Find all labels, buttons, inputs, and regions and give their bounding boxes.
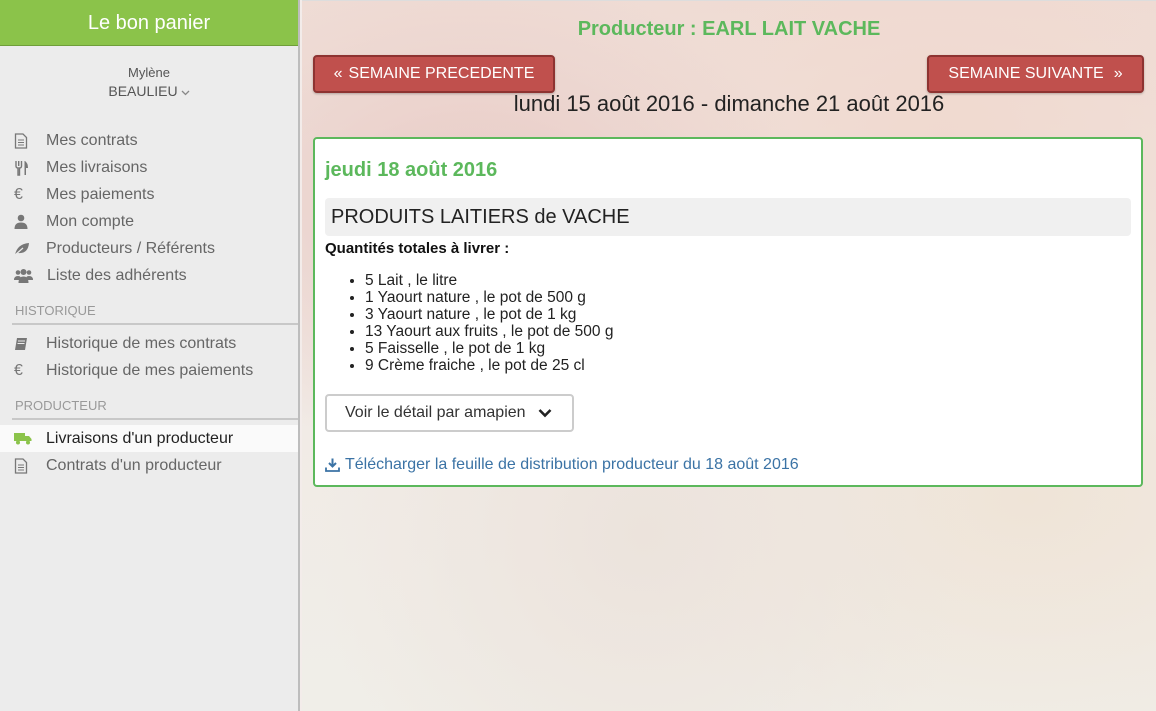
sidebar-item-label: Mes paiements (46, 185, 155, 203)
product-heading: PRODUITS LAITIERS de VACHE (325, 198, 1131, 236)
quantities-title: Quantités totales à livrer : (325, 240, 510, 257)
cutlery-icon (14, 160, 46, 176)
download-distribution-link[interactable]: Télécharger la feuille de distribution p… (325, 456, 1131, 474)
sidebar-item-producteurs-referents[interactable]: Producteurs / Référents (0, 235, 298, 262)
next-week-label: SEMAINE SUIVANTE (948, 65, 1104, 82)
sidebar-item-label: Historique de mes paiements (46, 361, 254, 379)
user-last-name: BEAULIEU (108, 83, 178, 99)
sidebar-item-label: Livraisons d'un producteur (46, 429, 234, 447)
book-icon (14, 337, 46, 351)
list-item: 1 Yaourt nature , le pot de 500 g (365, 289, 1131, 306)
sidebar-item-label: Producteurs / Référents (46, 239, 215, 257)
week-navigation: « SEMAINE PRECEDENTE SEMAINE SUIVANTE » (302, 55, 1156, 93)
sidebar-item-label: Mes livraisons (46, 158, 148, 176)
sidebar-item-label: Historique de mes contrats (46, 334, 237, 352)
sidebar-item-label: Liste des adhérents (47, 266, 187, 284)
sidebar: Le bon panier Mylène BEAULIEU Mes contra… (0, 0, 300, 711)
list-item: 13 Yaourt aux fruits , le pot de 500 g (365, 323, 1131, 340)
sidebar-item-liste-adherents[interactable]: Liste des adhérents (0, 262, 298, 289)
leaf-icon (14, 242, 46, 256)
sidebar-item-mon-compte[interactable]: Mon compte (0, 208, 298, 235)
list-item: 9 Crème fraiche , le pot de 25 cl (365, 357, 1131, 374)
list-item: 5 Faisselle , le pot de 1 kg (365, 340, 1131, 357)
nav-history: Historique de mes contrats € Historique … (0, 325, 298, 384)
download-icon (325, 458, 340, 472)
sidebar-item-label: Contrats d'un producteur (46, 456, 222, 474)
delivery-card: jeudi 18 août 2016 PRODUITS LAITIERS de … (313, 137, 1143, 487)
sidebar-item-historique-contrats[interactable]: Historique de mes contrats (0, 330, 298, 357)
section-producteur: PRODUCTEUR (0, 390, 298, 420)
document-icon (14, 132, 46, 149)
user-first-name: Mylène (128, 65, 170, 80)
page-title: Producteur : EARL LAIT VACHE (577, 18, 881, 40)
quantities-list: 5 Lait , le litre 1 Yaourt nature , le p… (325, 272, 1131, 374)
main-content: Producteur : EARL LAIT VACHE « SEMAINE P… (302, 0, 1156, 711)
euro-icon: € (14, 361, 23, 379)
sidebar-item-contrats-producteur[interactable]: Contrats d'un producteur (0, 452, 298, 479)
sidebar-item-livraisons-producteur[interactable]: Livraisons d'un producteur (0, 425, 298, 452)
list-item: 5 Lait , le litre (365, 272, 1131, 289)
previous-week-label: SEMAINE PRECEDENTE (348, 65, 535, 82)
detail-by-member-button[interactable]: Voir le détail par amapien (325, 394, 574, 432)
user-icon (14, 214, 46, 229)
previous-week-button[interactable]: « SEMAINE PRECEDENTE (313, 55, 555, 93)
sidebar-item-historique-paiements[interactable]: € Historique de mes paiements (0, 357, 298, 384)
chevron-down-icon (538, 408, 552, 418)
sidebar-item-mes-paiements[interactable]: € Mes paiements (0, 181, 298, 208)
sidebar-item-label: Mon compte (46, 212, 135, 230)
euro-icon: € (14, 185, 23, 203)
sidebar-item-mes-contrats[interactable]: Mes contrats (0, 127, 298, 154)
week-range: lundi 15 août 2016 - dimanche 21 août 20… (513, 91, 945, 116)
chevron-down-icon (181, 88, 190, 99)
users-icon (14, 268, 47, 283)
detail-button-label: Voir le détail par amapien (345, 404, 526, 421)
section-historique: HISTORIQUE (0, 295, 298, 325)
double-chevron-right-icon: » (1113, 65, 1123, 82)
delivery-day: jeudi 18 août 2016 (325, 159, 498, 181)
next-week-button[interactable]: SEMAINE SUIVANTE » (927, 55, 1144, 93)
user-menu[interactable]: Mylène BEAULIEU (0, 66, 298, 122)
nav-producer: Livraisons d'un producteur Contrats d'un… (0, 420, 298, 479)
nav-main: Mes contrats Mes livraisons € Mes paieme… (0, 122, 298, 289)
app-title[interactable]: Le bon panier (0, 0, 298, 46)
sidebar-item-mes-livraisons[interactable]: Mes livraisons (0, 154, 298, 181)
truck-icon (14, 432, 46, 445)
document-icon (14, 457, 46, 474)
double-chevron-left-icon: « (333, 65, 343, 82)
sidebar-item-label: Mes contrats (46, 131, 138, 149)
list-item: 3 Yaourt nature , le pot de 1 kg (365, 306, 1131, 323)
download-link-label: Télécharger la feuille de distribution p… (345, 456, 799, 473)
